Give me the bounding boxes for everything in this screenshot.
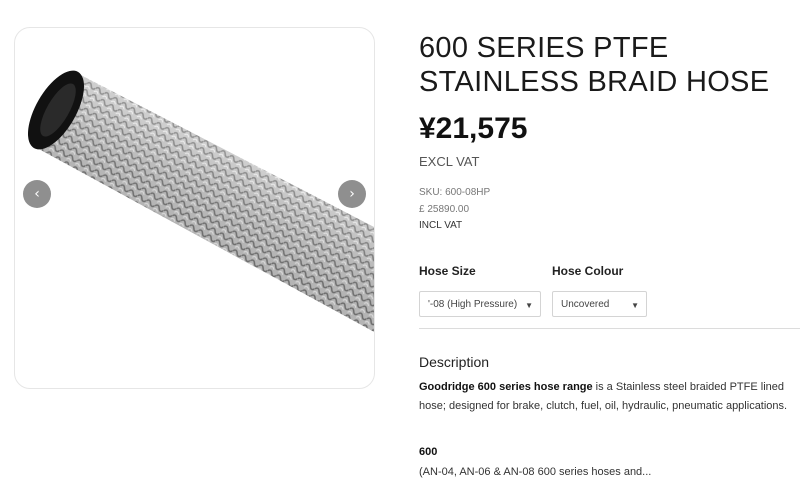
product-image xyxy=(28,70,374,332)
hose-size-value: '-08 (High Pressure) xyxy=(428,298,518,310)
description-text: Goodridge 600 series hose range is a Sta… xyxy=(419,378,791,416)
description-lead-bold: Goodridge 600 series hose range xyxy=(419,381,593,393)
product-title: 600 SERIES PTFE STAINLESS BRAID HOSE xyxy=(419,31,789,99)
next-image-button[interactable]: › xyxy=(338,180,366,208)
price-vat-note: EXCL VAT xyxy=(419,154,480,169)
hose-size-label: Hose Size xyxy=(419,264,476,278)
chevron-right-icon: › xyxy=(349,186,355,202)
product-image-gallery: ‹ › xyxy=(14,27,375,389)
section-divider xyxy=(419,328,800,329)
chevron-left-icon: ‹ xyxy=(34,186,40,202)
description-heading: Description xyxy=(419,354,490,370)
product-title-line-1: 600 SERIES PTFE xyxy=(419,32,669,64)
previous-image-button[interactable]: ‹ xyxy=(23,180,51,208)
description-subheading: 600 xyxy=(419,446,438,458)
product-sku: SKU: 600-08HP xyxy=(419,187,491,198)
hose-size-select[interactable]: '-08 (High Pressure) ▼ xyxy=(419,291,541,317)
gbp-vat-note: INCL VAT xyxy=(419,220,463,231)
product-price: ¥21,575 xyxy=(419,112,528,145)
description-subtext: (AN-04, AN-06 & AN-08 600 series hoses a… xyxy=(419,466,652,478)
product-title-line-2: STAINLESS BRAID HOSE xyxy=(419,66,770,98)
hose-colour-label: Hose Colour xyxy=(552,264,624,278)
hose-colour-value: Uncovered xyxy=(561,298,610,310)
hose-colour-select[interactable]: Uncovered ▼ xyxy=(552,291,647,317)
caret-down-icon: ▼ xyxy=(631,301,639,310)
caret-down-icon: ▼ xyxy=(525,301,533,310)
gbp-price: £ 25890.00 xyxy=(419,204,470,215)
